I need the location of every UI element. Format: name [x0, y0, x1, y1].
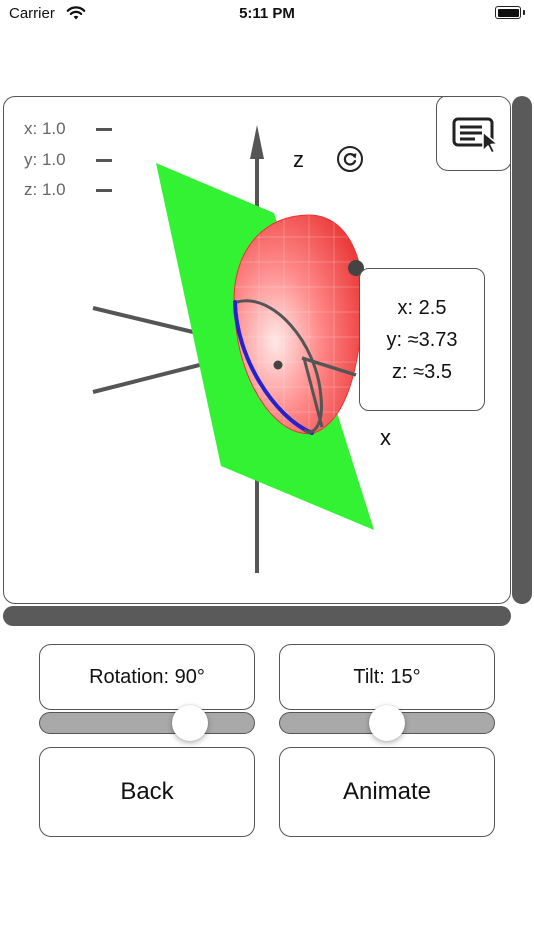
- tilt-button[interactable]: Tilt: 15°: [279, 644, 495, 710]
- rotation-button[interactable]: Rotation: 90°: [39, 644, 255, 710]
- point-tooltip: x: 2.5 y: ≈3.73 z: ≈3.5: [359, 268, 485, 411]
- reset-icon[interactable]: [336, 145, 364, 173]
- rotation-slider-thumb[interactable]: [172, 705, 208, 741]
- battery-tip: [523, 10, 525, 15]
- back-label: Back: [120, 778, 174, 805]
- legend-x-swatch: [96, 128, 112, 131]
- rotation-label: Rotation: 90°: [89, 665, 205, 688]
- tooltip-y: y: ≈3.73: [386, 329, 458, 351]
- back-button[interactable]: Back: [39, 747, 255, 837]
- menu-button[interactable]: [436, 97, 510, 171]
- tooltip-x: x: 2.5: [397, 297, 447, 319]
- animate-label: Animate: [342, 778, 432, 805]
- z-axis-label: z: [293, 147, 304, 172]
- rotation-slider[interactable]: [39, 712, 255, 734]
- z-axis-arrow: [250, 125, 264, 159]
- x-axis-label: x: [380, 425, 391, 450]
- legend-y: y: 1.0: [24, 150, 66, 169]
- legend-x: x: 1.0: [24, 119, 66, 138]
- status-bar: Carrier 5:11 PM: [0, 0, 534, 30]
- horizontal-scrollbar[interactable]: [3, 606, 511, 626]
- tilt-slider-thumb[interactable]: [369, 705, 405, 741]
- legend-y-swatch: [96, 159, 112, 162]
- tooltip-z: z: ≈3.5: [392, 361, 452, 383]
- legend-z: z: 1.0: [24, 180, 66, 199]
- center-point: [273, 360, 283, 370]
- vertical-scrollbar[interactable]: [512, 96, 532, 604]
- legend-z-swatch: [96, 189, 112, 192]
- battery-icon: [495, 6, 521, 19]
- animate-button[interactable]: Animate: [279, 747, 495, 837]
- tilt-label: Tilt: 15°: [353, 665, 421, 688]
- menu-pointer-icon: [452, 117, 499, 154]
- plot-view[interactable]: x: 1.0 y: 1.0 z: 1.0 z x x: 2.5 y: ≈3.73…: [3, 96, 511, 604]
- clock: 5:11 PM: [239, 5, 295, 22]
